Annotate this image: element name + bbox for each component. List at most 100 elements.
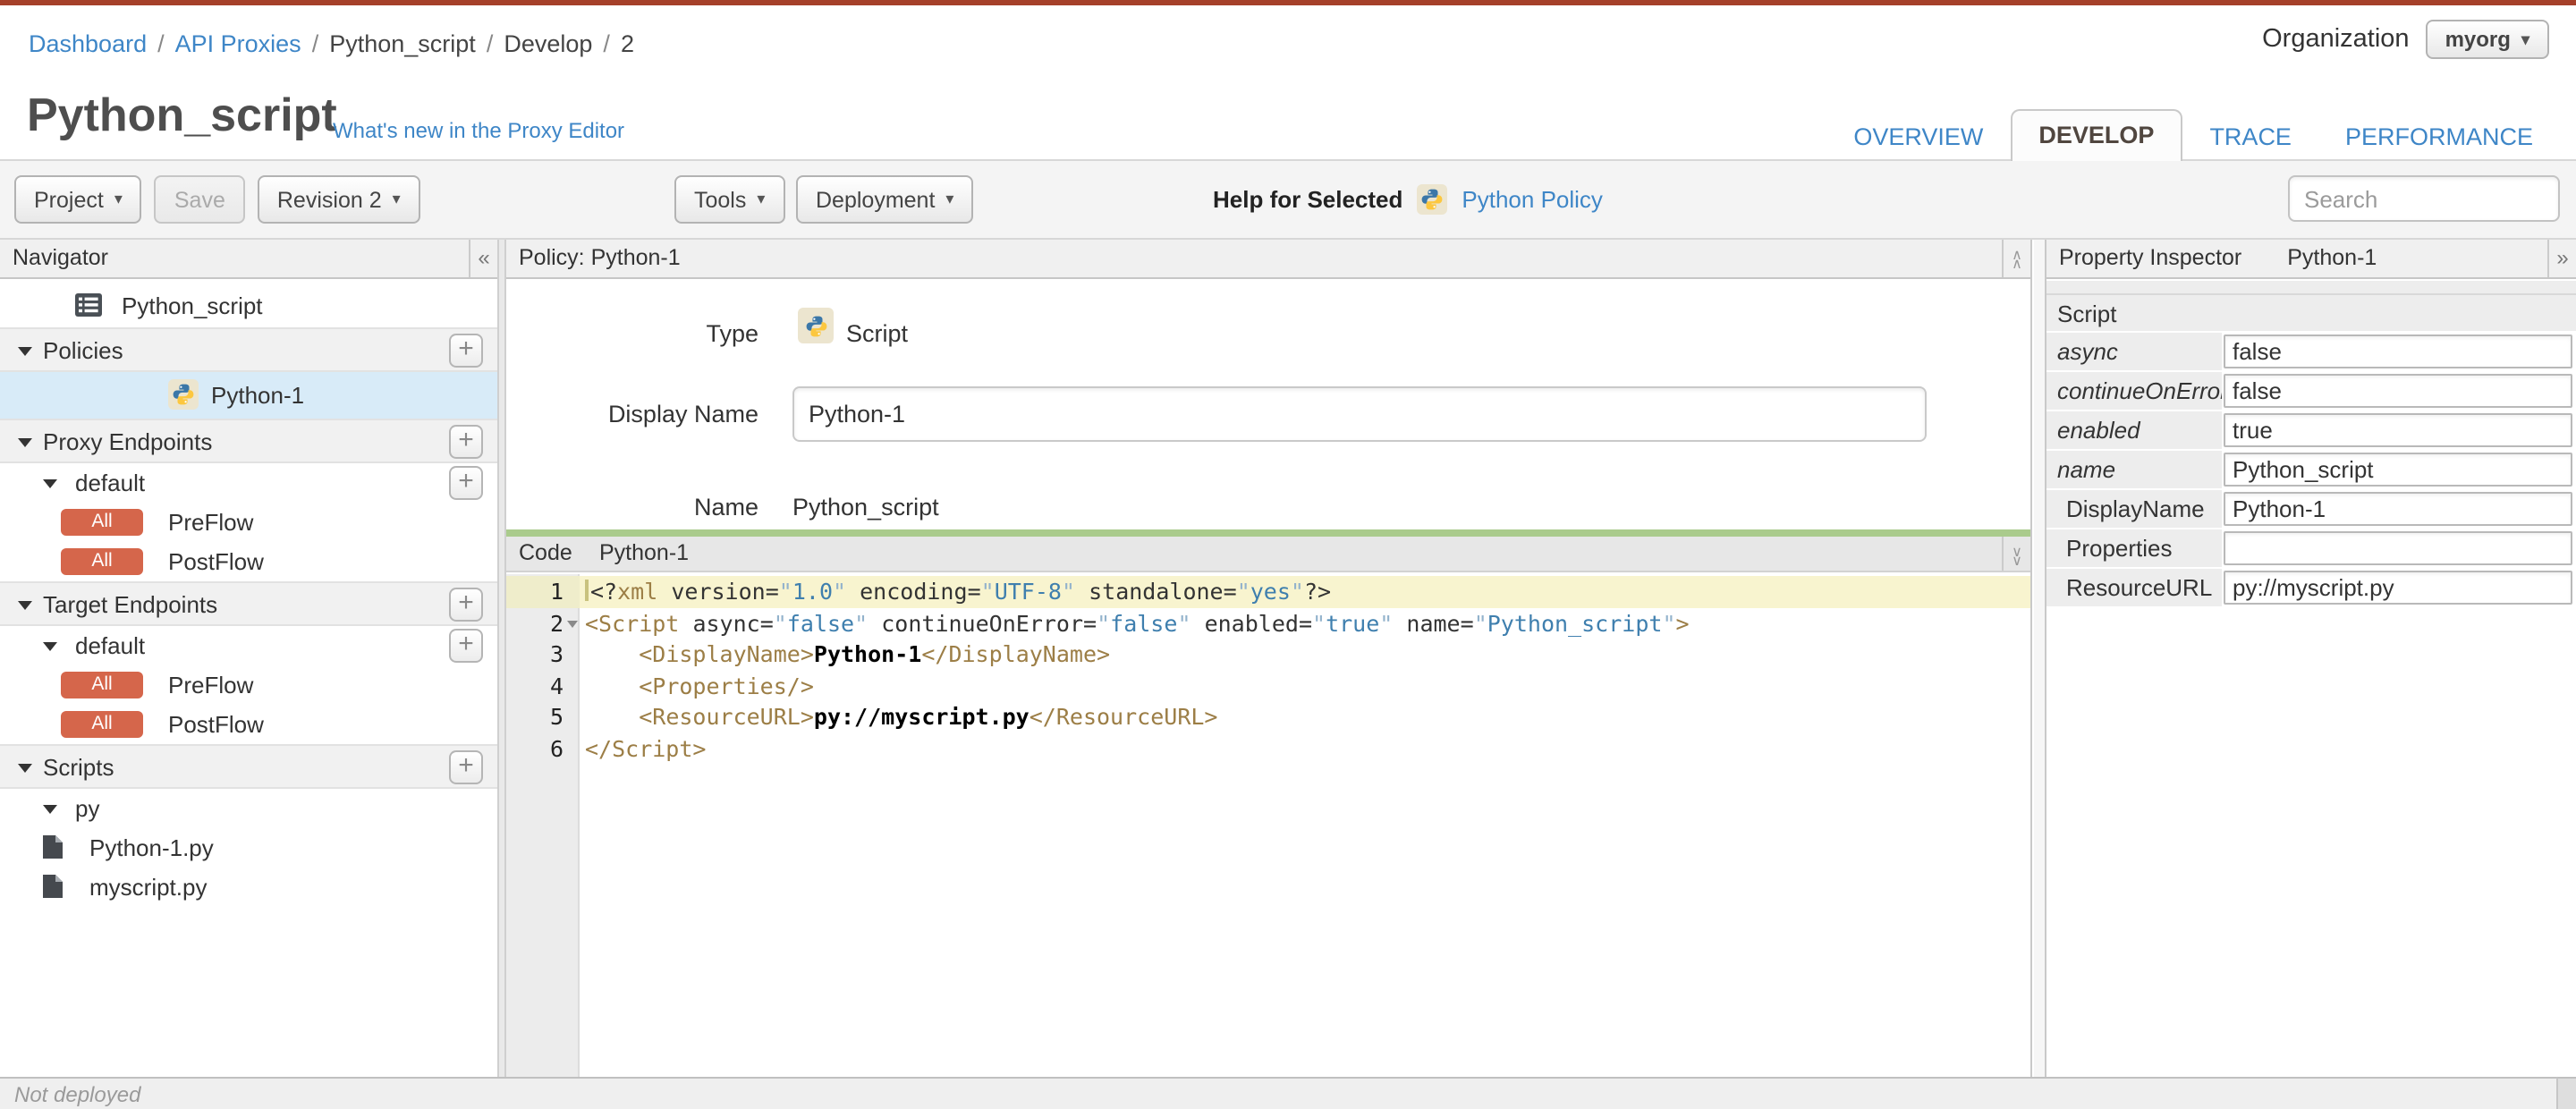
- expander-caret-icon[interactable]: [18, 346, 32, 355]
- line-number: 2: [506, 607, 580, 639]
- tree-item-postflow[interactable]: All PostFlow: [0, 705, 497, 744]
- project-dropdown[interactable]: Project ▾: [14, 175, 142, 224]
- title-row: Python_script What's new in the Proxy Ed…: [0, 79, 2576, 161]
- tree-item-label: py: [75, 795, 100, 822]
- tree-item-policies[interactable]: Policies +: [0, 327, 497, 372]
- tree-item-preflow[interactable]: All PreFlow: [0, 503, 497, 542]
- tree-item-py[interactable]: py: [0, 789, 497, 828]
- collapse-up-icon[interactable]: ∧ ∧: [2002, 240, 2030, 277]
- toolbar-left-group: Project ▾ Save Revision 2 ▾: [14, 175, 420, 224]
- python-icon: [798, 308, 834, 343]
- inspector-row-script: Script: [2046, 293, 2576, 331]
- code-text: <?xml version="1.0" encoding="UTF-8" sta…: [580, 576, 1331, 607]
- tab-trace[interactable]: TRACE: [2182, 113, 2318, 161]
- tree-item-target-endpoints[interactable]: Target Endpoints +: [0, 581, 497, 626]
- organization-value: myorg: [2445, 27, 2511, 52]
- tree-item-proxy-endpoints[interactable]: Proxy Endpoints +: [0, 419, 497, 463]
- deployment-dropdown[interactable]: Deployment ▾: [796, 175, 974, 224]
- inspector-label: async: [2046, 333, 2222, 370]
- code-line-5[interactable]: 5 <ResourceURL>py://myscript.py</Resourc…: [506, 701, 2030, 732]
- breadcrumb-dashboard[interactable]: Dashboard: [29, 30, 147, 57]
- inspector-label: name: [2046, 451, 2222, 488]
- main-area: Navigator « Python_script Policies + Python…: [0, 240, 2576, 1077]
- inspector-label: Script: [2057, 301, 2117, 327]
- expander-caret-icon[interactable]: [43, 479, 57, 488]
- flow-condition-badge: All: [61, 548, 143, 575]
- chevron-down-icon: ▾: [757, 190, 766, 207]
- tab-develop[interactable]: DEVELOP: [2010, 109, 2183, 161]
- add-button[interactable]: +: [449, 333, 483, 367]
- tree-item-python-script[interactable]: Python_script: [0, 283, 497, 327]
- expander-caret-icon[interactable]: [43, 642, 57, 651]
- whats-new-link[interactable]: What's new in the Proxy Editor: [333, 118, 624, 143]
- tab-overview[interactable]: OVERVIEW: [1826, 113, 2010, 161]
- tree-item-postflow[interactable]: All PostFlow: [0, 542, 497, 581]
- tools-dropdown[interactable]: Tools ▾: [674, 175, 785, 224]
- inspector-row-enabled: enabled true: [2046, 411, 2576, 449]
- collapse-panel-icon[interactable]: «: [469, 240, 497, 277]
- panel-splitter[interactable]: [497, 240, 506, 1077]
- inspector-value-field[interactable]: py://myscript.py: [2224, 571, 2572, 605]
- revision-dropdown[interactable]: Revision 2 ▾: [257, 175, 420, 224]
- code-editor[interactable]: 1 <?xml version="1.0" encoding="UTF-8" st…: [506, 574, 2030, 1077]
- double-chevron-down-icon: ∨ ∨: [2012, 543, 2022, 568]
- add-button[interactable]: +: [449, 424, 483, 458]
- tree-item-label: Target Endpoints: [43, 590, 218, 617]
- page-title: Python_script: [27, 88, 337, 141]
- code-line-3[interactable]: 3 <DisplayName>Python-1</DisplayName>: [506, 639, 2030, 670]
- tools-dropdown-label: Tools: [694, 187, 747, 212]
- policy-panel: Policy: Python-1 ∧ ∧ Type Script Display …: [506, 240, 2032, 1077]
- add-button[interactable]: +: [449, 587, 483, 621]
- code-line-2[interactable]: 2 <Script async="false" continueOnError="…: [506, 607, 2030, 639]
- code-line-4[interactable]: 4 <Properties/>: [506, 670, 2030, 701]
- display-name-input[interactable]: [792, 386, 1927, 442]
- organization-dropdown[interactable]: myorg ▾: [2425, 20, 2549, 59]
- type-label: Type: [706, 320, 758, 347]
- tree-item-scripts[interactable]: Scripts +: [0, 744, 497, 789]
- add-button[interactable]: +: [449, 466, 483, 500]
- tree-item-default[interactable]: default +: [0, 463, 497, 503]
- inspector-value-field[interactable]: Python-1: [2224, 492, 2572, 526]
- flow-condition-badge: All: [61, 711, 143, 738]
- inspector-value-field[interactable]: Python_script: [2224, 453, 2572, 487]
- add-button[interactable]: +: [449, 749, 483, 783]
- inspector-value-field[interactable]: false: [2224, 374, 2572, 408]
- breadcrumb-api-proxies[interactable]: API Proxies: [175, 30, 301, 57]
- save-button[interactable]: Save: [154, 175, 245, 224]
- tab-performance[interactable]: PERFORMANCE: [2318, 113, 2560, 161]
- property-inspector-title: Property Inspector: [2059, 245, 2242, 270]
- python-policy-help-link[interactable]: Python Policy: [1462, 186, 1603, 213]
- code-line-1[interactable]: 1 <?xml version="1.0" encoding="UTF-8" st…: [506, 576, 2030, 607]
- search-input[interactable]: [2288, 175, 2560, 222]
- expander-caret-icon[interactable]: [18, 600, 32, 609]
- inspector-value-field[interactable]: [2224, 531, 2572, 565]
- tree-item-python-1[interactable]: Python-1: [0, 372, 497, 419]
- expand-panel-icon[interactable]: »: [2547, 240, 2576, 277]
- tree-item-label: PostFlow: [168, 711, 264, 738]
- tree-item-label: Python_script: [122, 292, 263, 318]
- expander-caret-icon[interactable]: [43, 805, 57, 814]
- breadcrumb-develop: Develop: [504, 30, 593, 57]
- tree-item-label: default: [75, 470, 146, 496]
- chevron-down-icon: ▾: [2521, 30, 2529, 47]
- inspector-value-field[interactable]: true: [2224, 413, 2572, 447]
- proxy-doc-icon: [75, 293, 102, 326]
- inspector-value-field[interactable]: false: [2224, 334, 2572, 368]
- collapse-down-icon[interactable]: ∨ ∨: [2002, 537, 2030, 571]
- code-text: <Script async="false" continueOnError="f…: [585, 609, 1690, 636]
- revision-dropdown-label: Revision 2: [276, 187, 382, 212]
- navigator-header: Navigator «: [0, 240, 497, 279]
- expander-caret-icon[interactable]: [18, 763, 32, 772]
- fold-caret-icon[interactable]: [567, 620, 578, 627]
- code-file-label: Python-1: [599, 540, 690, 565]
- expander-caret-icon[interactable]: [18, 437, 32, 446]
- tree-item-default[interactable]: default +: [0, 626, 497, 665]
- inspector-label: Properties: [2046, 529, 2222, 567]
- code-line-6[interactable]: 6 </Script>: [506, 732, 2030, 764]
- tree-item-python-1-py[interactable]: Python-1.py: [0, 828, 497, 868]
- tree-item-myscript-py[interactable]: myscript.py: [0, 868, 497, 907]
- code-text: <Properties/>: [639, 672, 814, 698]
- tree-item-label: PostFlow: [168, 548, 264, 575]
- tree-item-preflow[interactable]: All PreFlow: [0, 665, 497, 705]
- add-button[interactable]: +: [449, 629, 483, 663]
